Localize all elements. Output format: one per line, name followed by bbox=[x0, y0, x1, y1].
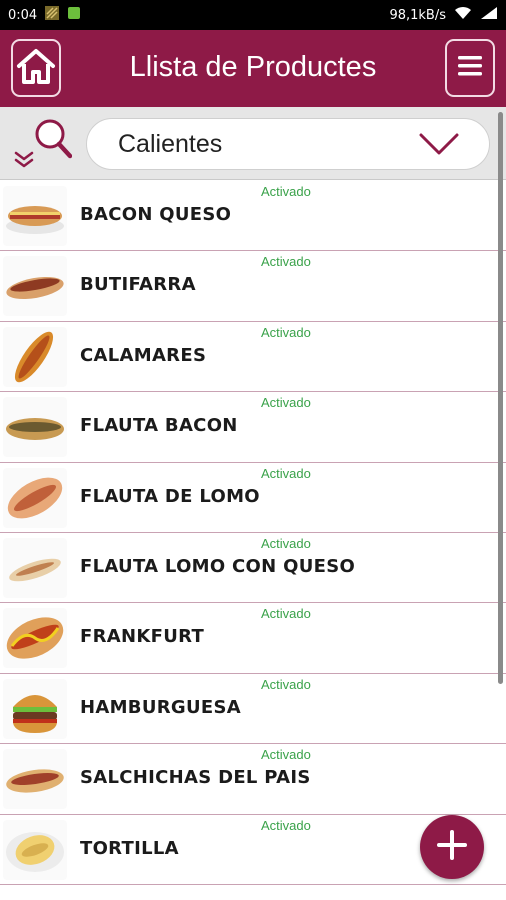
product-image bbox=[3, 608, 67, 669]
product-name: HAMBURGUESA bbox=[80, 696, 241, 718]
product-status: Activado bbox=[261, 465, 311, 481]
category-selected: Calientes bbox=[118, 129, 223, 158]
product-status: Activado bbox=[261, 817, 311, 833]
network-speed: 98,1kB/s bbox=[389, 7, 446, 23]
product-name: FRANKFURT bbox=[80, 626, 205, 648]
product-status: Activado bbox=[261, 324, 311, 340]
notification-icon bbox=[45, 6, 60, 24]
scrollbar[interactable] bbox=[498, 112, 503, 684]
product-name: TORTILLA bbox=[80, 837, 179, 859]
product-image bbox=[3, 467, 67, 528]
product-status: Activado bbox=[261, 395, 311, 411]
product-image bbox=[3, 819, 67, 880]
product-name: BACON QUESO bbox=[80, 204, 232, 225]
product-row[interactable]: SALCHICHAS DEL PAIS Activado bbox=[0, 744, 506, 815]
product-name: SALCHICHAS DEL PAIS bbox=[80, 767, 311, 789]
product-row[interactable]: HAMBURGUESA Activado bbox=[0, 673, 506, 745]
add-product-button[interactable] bbox=[420, 815, 484, 879]
android-icon bbox=[67, 6, 81, 24]
product-name: FLAUTA LOMO CON QUESO bbox=[80, 555, 356, 577]
category-dropdown[interactable]: Calientes bbox=[86, 118, 490, 170]
product-image bbox=[3, 678, 67, 739]
product-name: FLAUTA DE LOMO bbox=[80, 485, 260, 507]
product-image bbox=[3, 326, 67, 387]
product-row[interactable]: FRANKFURT Activado bbox=[0, 603, 506, 674]
menu-button[interactable] bbox=[445, 39, 495, 97]
product-status: Activado bbox=[261, 676, 311, 692]
product-image bbox=[3, 186, 67, 246]
product-image bbox=[3, 397, 67, 458]
product-image bbox=[3, 537, 67, 598]
product-list: BACON QUESO Activado BUTIFARRA Activado … bbox=[0, 181, 506, 900]
chevron-down-icon bbox=[419, 132, 459, 160]
filter-bar: Calientes bbox=[0, 107, 506, 180]
status-time: 0:04 bbox=[8, 7, 38, 23]
signal-icon bbox=[480, 6, 498, 24]
product-row[interactable]: BACON QUESO Activado bbox=[0, 181, 506, 252]
product-name: CALAMARES bbox=[80, 344, 207, 366]
product-status: Activado bbox=[261, 184, 311, 199]
add-icon bbox=[435, 828, 469, 866]
product-status: Activado bbox=[261, 254, 311, 270]
page-title: Llista de Productes bbox=[129, 51, 377, 83]
status-bar: 0:04 98,1kB/s bbox=[0, 0, 506, 30]
menu-icon bbox=[457, 55, 483, 81]
wifi-icon bbox=[454, 6, 472, 24]
product-row[interactable]: FLAUTA BACON Activado bbox=[0, 392, 506, 463]
product-row[interactable]: BUTIFARRA Activado bbox=[0, 251, 506, 322]
product-name: FLAUTA BACON bbox=[80, 415, 238, 437]
product-name: BUTIFARRA bbox=[80, 274, 196, 296]
product-row[interactable]: FLAUTA LOMO CON QUESO Activado bbox=[0, 532, 506, 604]
product-image bbox=[3, 749, 67, 810]
product-status: Activado bbox=[261, 535, 311, 551]
product-row[interactable]: FLAUTA DE LOMO Activado bbox=[0, 462, 506, 533]
product-image bbox=[3, 256, 67, 317]
product-row[interactable]: CALAMARES Activado bbox=[0, 321, 506, 393]
product-status: Activado bbox=[261, 606, 311, 622]
search-filter-icon[interactable] bbox=[12, 116, 73, 172]
product-status: Activado bbox=[261, 747, 311, 763]
app-bar: Llista de Productes bbox=[0, 30, 506, 107]
